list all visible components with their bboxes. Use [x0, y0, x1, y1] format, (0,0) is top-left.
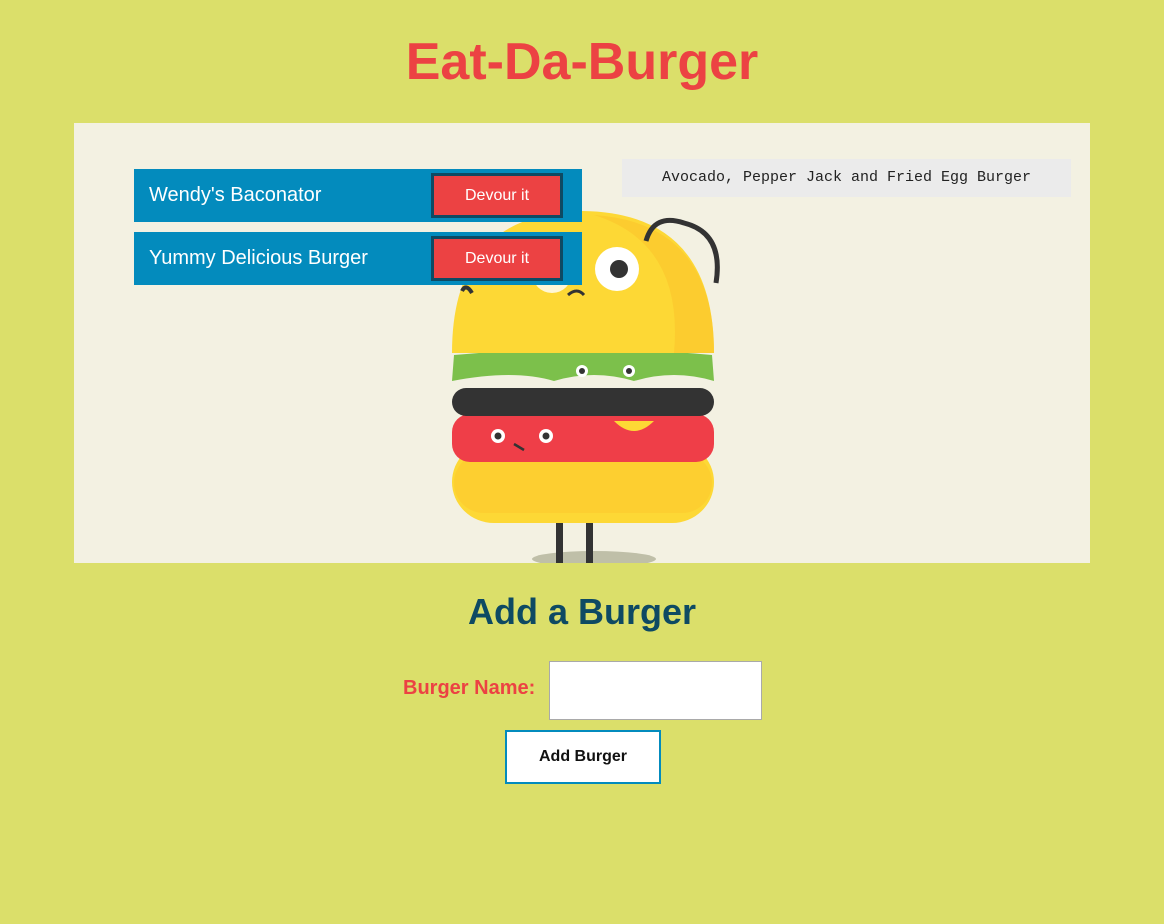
burger-list-item: Wendy's Baconator Devour it [134, 169, 582, 222]
devour-button[interactable]: Devour it [431, 236, 563, 281]
burger-name-input[interactable] [549, 661, 762, 720]
page-title: Eat-Da-Burger [405, 33, 759, 91]
burger-stage: Wendy's Baconator Devour it Yummy Delici… [74, 123, 1090, 563]
devour-button[interactable]: Devour it [431, 173, 563, 218]
burger-name: Wendy's Baconator [149, 184, 322, 206]
devoured-burger-item: Avocado, Pepper Jack and Fried Egg Burge… [622, 159, 1071, 197]
burger-list-item: Yummy Delicious Burger Devour it [134, 232, 582, 285]
burger-name: Yummy Delicious Burger [149, 247, 368, 269]
burger-name-label: Burger Name: [403, 677, 536, 699]
add-burger-button[interactable]: Add Burger [505, 730, 661, 784]
add-burger-heading: Add a Burger [467, 591, 697, 632]
